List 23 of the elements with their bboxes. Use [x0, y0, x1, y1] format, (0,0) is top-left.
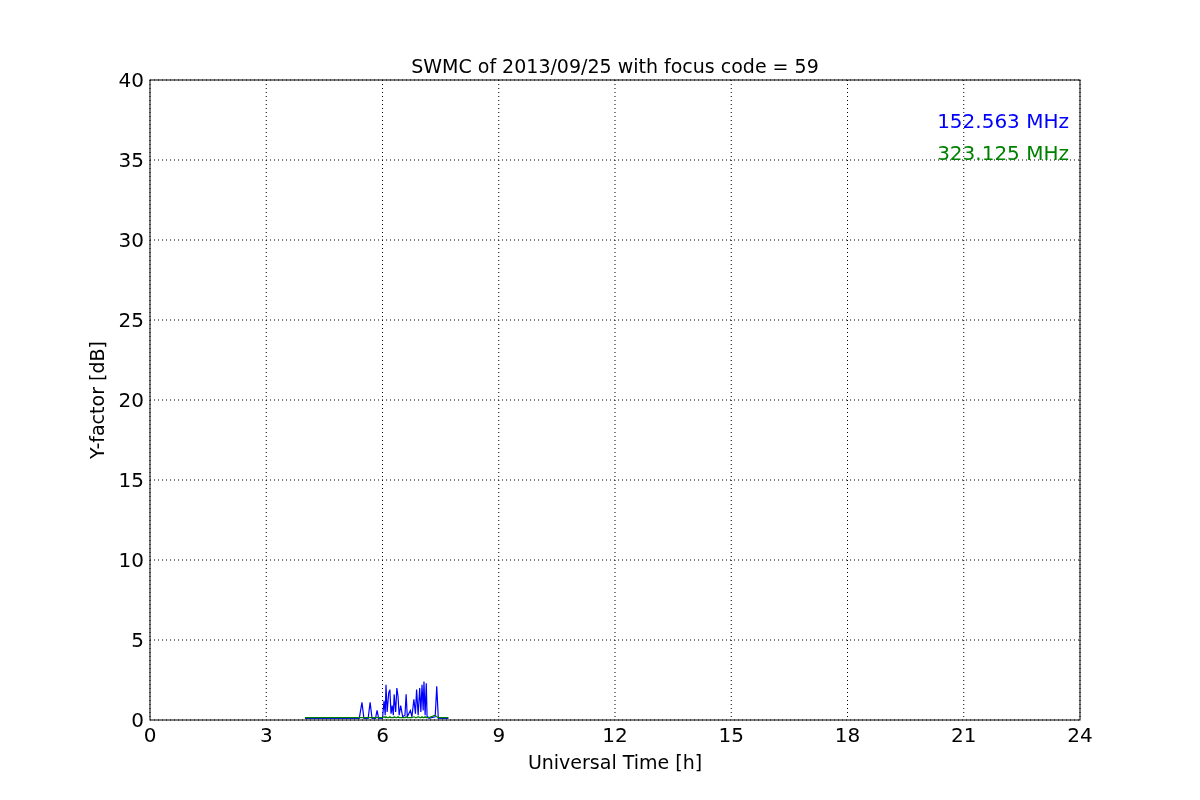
x-axis-label: Universal Time [h] — [527, 751, 703, 773]
y-tick-label: 0 — [131, 708, 144, 732]
y-axis-label: Y-factor [dB] — [86, 341, 108, 459]
x-tick-label: 21 — [951, 723, 977, 747]
x-tick-label: 3 — [259, 723, 273, 747]
y-tick-label: 35 — [118, 148, 144, 172]
legend-label: 152.563 MHz — [937, 109, 1069, 133]
x-tick-label: 9 — [492, 723, 506, 747]
y-tick-label: 20 — [118, 388, 144, 412]
x-tick-label: 12 — [602, 723, 628, 747]
y-tick-label: 40 — [118, 68, 144, 92]
x-tick-label: 18 — [834, 723, 861, 747]
y-tick-label: 15 — [118, 468, 144, 492]
x-tick-label: 24 — [1067, 723, 1093, 747]
x-tick-label: 0 — [143, 723, 157, 747]
chart-title: SWMC of 2013/09/25 with focus code = 59 — [411, 55, 819, 77]
y-tick-label: 30 — [118, 228, 144, 252]
legend-label: 323.125 MHz — [937, 141, 1069, 165]
y-tick-label: 5 — [131, 628, 144, 652]
y-tick-label: 25 — [118, 308, 144, 332]
x-tick-label: 15 — [718, 723, 744, 747]
x-tick-label: 6 — [376, 723, 389, 747]
y-tick-label: 10 — [118, 548, 144, 572]
